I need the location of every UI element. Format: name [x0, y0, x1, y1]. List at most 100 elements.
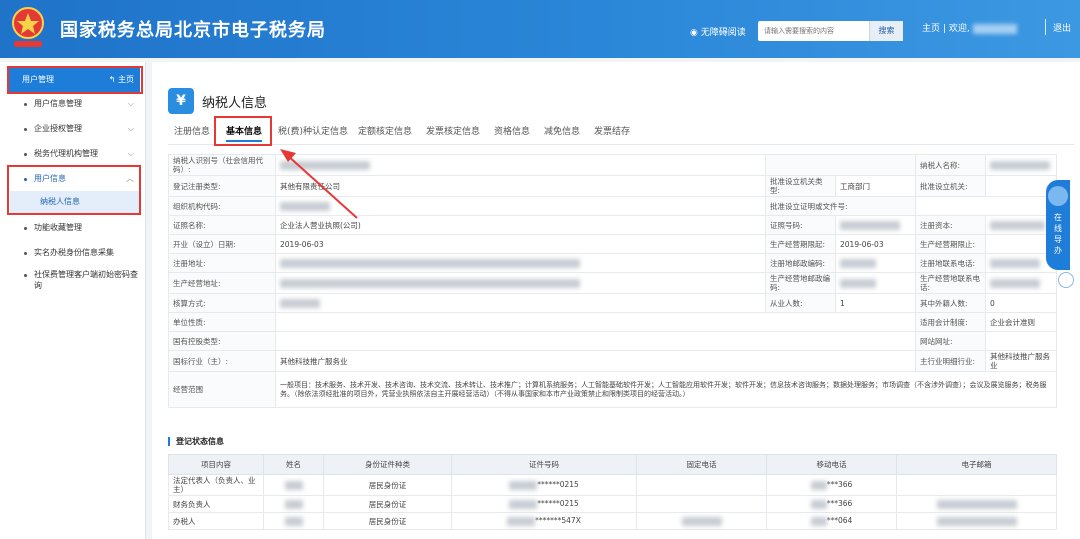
taxpayer-icon: ¥ — [168, 88, 194, 114]
scope-value: 一般项目：技术服务、技术开发、技术咨询、技术交流、技术转让、技术推广；计算机系统… — [275, 371, 1057, 408]
service-avatar-icon — [1048, 186, 1068, 206]
sidebar-item-tax-agency[interactable]: 税务代理机构管理 ⌵ — [10, 142, 140, 166]
op-addr-label: 生产经营地址: — [168, 272, 276, 294]
highlight-box-user-info — [7, 165, 141, 215]
op-start-label: 生产经营期限起: — [765, 234, 836, 254]
acct-system-value: 企业会计准则 — [985, 312, 1057, 332]
sidebar-item-label: 社保费管理客户端初始密码查询 — [34, 270, 138, 290]
cert-no-label: 证照号码: — [765, 215, 836, 235]
user-name-blurred — [972, 23, 1017, 34]
accessibility-label: 无障碍阅读 — [700, 28, 746, 38]
open-date-value: 2019-06-03 — [275, 234, 766, 254]
taxpayer-name-value — [985, 154, 1057, 176]
bullet-icon — [24, 252, 27, 255]
table-row: 办税人 居民身份证 *******547X ***064 — [168, 512, 1057, 530]
accessibility-link[interactable]: ◉ 无障碍阅读 — [690, 25, 746, 38]
table-row: 法定代表人（负责人、业主） 居民身份证 ******0215 ***366 — [168, 474, 1057, 496]
op-zip-value — [835, 272, 916, 294]
industry-value: 其他科技推广服务业 — [275, 350, 916, 372]
col-header: 项目内容 — [168, 454, 264, 475]
bullet-icon — [24, 227, 27, 230]
main-panel: ¥ 纳税人信息 注册信息 基本信息 税(费)种认定信息 定额核定信息 发票核定信… — [152, 62, 1080, 539]
foreign-value: 0 — [985, 293, 1057, 313]
col-header: 证件号码 — [451, 454, 637, 475]
accounting-value — [275, 293, 766, 313]
chevron-down-icon: ⌵ — [127, 124, 134, 133]
org-code-label: 组织机构代码: — [168, 196, 276, 216]
tab-invoice-balance[interactable]: 发票结存 — [594, 124, 630, 140]
sidebar-item-user-info-management[interactable]: 用户信息管理 ⌵ — [10, 92, 140, 116]
cell-item: 法定代表人（负责人、业主） — [168, 474, 264, 496]
sidebar: 用户管理 ↰ 主页 用户信息管理 ⌵ 企业授权管理 ⌵ 税务代理机构管理 ⌵ 用户信息… — [0, 62, 146, 539]
tab-exemption[interactable]: 减免信息 — [544, 124, 580, 140]
page-title: 纳税人信息 — [202, 96, 268, 111]
cell-id-no: ******0215 — [451, 474, 637, 496]
search-button[interactable]: 搜索 — [869, 21, 903, 41]
tab-qualification[interactable]: 资格信息 — [494, 124, 530, 140]
op-start-value: 2019-06-03 — [835, 234, 916, 254]
foreign-label: 其中外籍人数: — [915, 293, 986, 313]
section-title-registration-status: 登记状态信息 — [168, 437, 224, 446]
reg-phone-label: 注册地联系电话: — [915, 253, 986, 273]
taxpayer-id-value — [275, 154, 766, 176]
tax-emblem-logo — [12, 7, 44, 47]
reg-type-value: 其他有限责任公司 — [275, 175, 766, 197]
op-phone-value — [985, 272, 1057, 294]
online-guide-button[interactable]: 在线导办 — [1046, 180, 1070, 270]
table-header-row: 项目内容 姓名 身份证件种类 证件号码 固定电话 移动电话 电子邮箱 — [168, 454, 1057, 475]
home-link[interactable]: 主页 — [922, 21, 940, 34]
op-phone-label: 生产经营地联系电话: — [915, 272, 986, 294]
search-input[interactable] — [758, 21, 870, 41]
cell-item: 财务负责人 — [168, 495, 264, 513]
dept-value: 工商部门 — [835, 175, 916, 197]
logout-link[interactable]: 退出 — [1053, 21, 1071, 34]
top-header: 国家税务总局北京市电子税务局 ◉ 无障碍阅读 搜索 主页 | 欢迎, 退出 — [0, 0, 1080, 58]
tab-invoice-quota[interactable]: 发票核定信息 — [426, 124, 480, 140]
tab-tax-type[interactable]: 税(费)种认定信息 — [278, 124, 348, 140]
sidebar-item-favorites[interactable]: 功能收藏管理 — [10, 216, 140, 240]
header-divider — [1045, 19, 1046, 35]
main-industry-value: 其他科技推广服务业 — [985, 350, 1057, 372]
cell-name — [263, 474, 324, 496]
tab-divider — [168, 144, 1074, 145]
sidebar-item-enterprise-auth[interactable]: 企业授权管理 ⌵ — [10, 117, 140, 141]
cell-mobile: ***366 — [766, 495, 897, 513]
cell-item: 办税人 — [168, 512, 264, 530]
op-end-label: 生产经营期限止: — [915, 234, 986, 254]
cert-name-label: 证照名称: — [168, 215, 276, 235]
org-code-value — [275, 196, 766, 216]
registration-status-table: 项目内容 姓名 身份证件种类 证件号码 固定电话 移动电话 电子邮箱 法定代表人… — [168, 454, 1057, 530]
col-header: 电子邮箱 — [896, 454, 1057, 475]
unit-nature-label: 单位性质: — [168, 312, 276, 332]
col-header: 姓名 — [263, 454, 324, 475]
search-box: 搜索 — [758, 21, 903, 41]
sidebar-item-label: 用户信息管理 — [34, 99, 82, 108]
cell-name — [263, 495, 324, 513]
op-zip-label: 生产经营地邮政编码: — [765, 272, 836, 294]
chevron-down-icon: ⌵ — [127, 149, 134, 158]
tab-quota[interactable]: 定额核定信息 — [358, 124, 412, 140]
approve-doc-label: 批准设立证明或文件号: — [765, 196, 916, 216]
taxpayer-name-label: 纳税人名称: — [915, 154, 986, 176]
user-icon[interactable] — [1058, 272, 1074, 288]
taxpayer-id-label: 纳税人识别号（社会信用代码）: — [168, 154, 276, 176]
online-guide-label: 在线导办 — [1054, 213, 1062, 255]
col-header: 移动电话 — [766, 454, 897, 475]
sidebar-item-label: 企业授权管理 — [34, 124, 82, 133]
sidebar-item-label: 功能收藏管理 — [34, 223, 82, 232]
welcome-text: | 欢迎, — [943, 21, 1017, 34]
cell-id-type: 居民身份证 — [323, 512, 452, 530]
sidebar-item-realname[interactable]: 实名办税身份信息采集 — [10, 241, 140, 265]
reg-addr-label: 注册地址: — [168, 253, 276, 273]
sidebar-item-social-security[interactable]: 社保费管理客户端初始密码查询 — [10, 267, 140, 303]
reg-zip-label: 注册地邮政编码: — [765, 253, 836, 273]
taxpayer-info-table: 纳税人识别号（社会信用代码）: 纳税人名称: 登记注册类型: 其他有限责任公司 … — [168, 154, 1057, 408]
cell-mobile: ***366 — [766, 474, 897, 496]
reg-addr-value — [275, 253, 766, 273]
eye-icon: ◉ — [690, 28, 701, 38]
tab-registration[interactable]: 注册信息 — [174, 124, 210, 140]
main-industry-label: 主行业明细行业: — [915, 350, 986, 372]
reg-type-label: 登记注册类型: — [168, 175, 276, 197]
website-label: 网站网址: — [915, 331, 986, 351]
chevron-down-icon: ⌵ — [127, 99, 134, 108]
